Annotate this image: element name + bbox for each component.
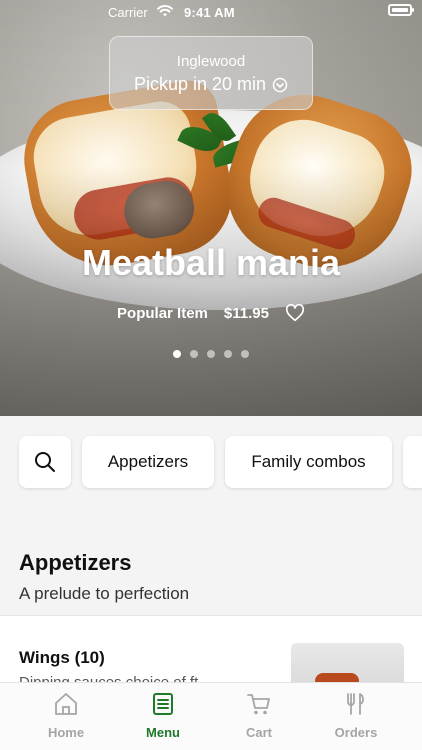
section-header: Appetizers A prelude to perfection [0,510,422,616]
hero-title: Meatball mania [81,242,341,283]
store-location: Inglewood [176,53,246,70]
heart-icon[interactable] [285,304,305,322]
category-chip-family-combos[interactable]: Family combos [225,436,392,488]
hero-banner[interactable]: Carrier 9:41 AM Inglewood Pickup in 20 m… [0,0,422,416]
carousel-dots[interactable] [0,350,422,358]
pickup-time: Pickup in 20 min [133,74,267,94]
category-chip-more[interactable] [403,436,422,488]
tab-bar: Home Menu Cart Orders [0,682,422,750]
category-chip-appetizers[interactable]: Appetizers [82,436,214,488]
search-button[interactable] [19,436,71,488]
section-title: Appetizers [19,550,132,575]
tab-orders[interactable]: Orders [306,691,406,740]
menu-icon [153,693,173,715]
orders-icon [347,693,364,715]
tab-label: Orders [334,725,378,740]
cart-icon [247,694,270,715]
tab-home[interactable]: Home [16,691,116,740]
tab-cart[interactable]: Cart [209,691,309,740]
menu-item[interactable]: Wings (10) Dipping sauces choice of ft..… [0,616,422,686]
hero-meta: Popular Item $11.95 [0,304,422,322]
battery-icon [388,4,414,16]
status-bar: Carrier 9:41 AM [0,0,422,24]
menu-item-image [291,643,404,686]
hero-price: $11.95 [223,304,269,322]
tab-menu[interactable]: Menu [113,691,213,740]
home-icon [55,693,77,715]
carousel-dot[interactable] [224,350,232,358]
search-icon [35,452,55,472]
carousel-dot[interactable] [173,350,181,358]
category-bar: Appetizers Family combos [0,416,422,510]
tab-label: Cart [245,725,272,740]
carousel-dot[interactable] [190,350,198,358]
tab-label: Menu [146,725,180,740]
carousel-dot[interactable] [207,350,215,358]
chevron-down-icon [272,77,288,92]
menu-item-name: Wings (10) [19,648,105,667]
clock: 9:41 AM [184,5,235,20]
carrier-label: Carrier [108,5,148,20]
section-subtitle: A prelude to perfection [19,584,190,603]
wifi-icon [157,4,173,17]
pickup-selector[interactable]: Inglewood Pickup in 20 min [109,36,313,110]
tab-label: Home [47,725,85,740]
carousel-dot[interactable] [241,350,249,358]
popular-tag: Popular Item [117,304,208,322]
